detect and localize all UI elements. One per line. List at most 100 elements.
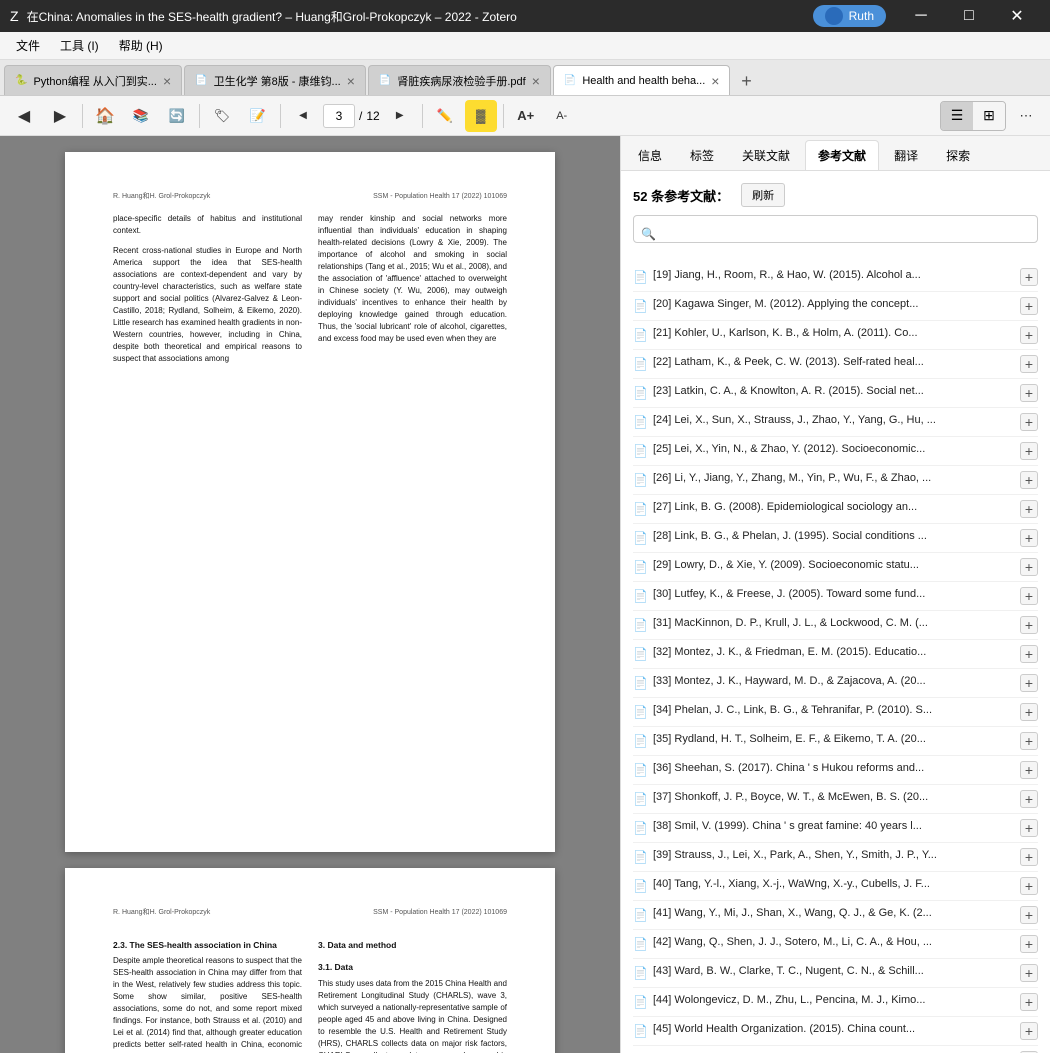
- menu-file[interactable]: 文件: [8, 34, 48, 57]
- list-item: 📄 [44] Wolongevicz, D. M., Zhu, L., Penc…: [633, 988, 1038, 1017]
- ref-doc-icon: 📄: [633, 1023, 647, 1037]
- ref-add-button[interactable]: +: [1020, 326, 1038, 344]
- ref-add-button[interactable]: +: [1020, 703, 1038, 721]
- font-smaller-button[interactable]: A-: [546, 100, 578, 132]
- ref-add-button[interactable]: +: [1020, 848, 1038, 866]
- menu-bar: 文件 工具 (I) 帮助 (H): [0, 32, 1050, 60]
- tab-hygiene[interactable]: 📄 卫生化学 第8版 - 康维钧... ×: [184, 65, 366, 95]
- tab-kidney[interactable]: 📄 肾脏疾病尿液检验手册.pdf ×: [368, 65, 551, 95]
- ref-add-button[interactable]: +: [1020, 732, 1038, 750]
- tab-hygiene-close[interactable]: ×: [347, 73, 355, 89]
- ref-add-button[interactable]: +: [1020, 906, 1038, 924]
- view-list-button[interactable]: ☰: [941, 102, 973, 130]
- next-page-button[interactable]: ▶: [384, 100, 416, 132]
- ref-add-button[interactable]: +: [1020, 471, 1038, 489]
- rp-tab-explore[interactable]: 探索: [933, 140, 983, 170]
- back-button[interactable]: ◀: [8, 100, 40, 132]
- ref-item-text: [28] Link, B. G., & Phelan, J. (1995). S…: [653, 529, 1014, 544]
- tab-kidney-label: 肾脏疾病尿液检验手册.pdf: [397, 73, 525, 89]
- ref-count-label: 52 条参考文献：: [633, 186, 729, 205]
- ref-add-button[interactable]: +: [1020, 500, 1038, 518]
- tab-python[interactable]: 🐍 Python编程 从入门到实... ×: [4, 65, 182, 95]
- ref-add-button[interactable]: +: [1020, 442, 1038, 460]
- ref-add-button[interactable]: +: [1020, 355, 1038, 373]
- ref-add-button[interactable]: +: [1020, 268, 1038, 286]
- ref-doc-icon: 📄: [633, 646, 647, 660]
- tab-python-label: Python编程 从入门到实...: [33, 73, 156, 89]
- ref-add-button[interactable]: +: [1020, 993, 1038, 1011]
- note-button[interactable]: 📝: [242, 100, 274, 132]
- ref-add-button[interactable]: +: [1020, 964, 1038, 982]
- ref-add-button[interactable]: +: [1020, 297, 1038, 315]
- ref-add-button[interactable]: +: [1020, 587, 1038, 605]
- sync-button[interactable]: 🔄: [161, 100, 193, 132]
- ref-item-text: [37] Shonkoff, J. P., Boyce, W. T., & Mc…: [653, 790, 1014, 805]
- rp-tab-translate[interactable]: 翻译: [881, 140, 931, 170]
- pdf-col-right-1: may render kinship and social networks m…: [318, 213, 507, 373]
- ref-add-button[interactable]: +: [1020, 1022, 1038, 1040]
- add-library-button[interactable]: 📚: [125, 100, 157, 132]
- ref-add-button[interactable]: +: [1020, 616, 1038, 634]
- list-item: 📄 [35] Rydland, H. T., Solheim, E. F., &…: [633, 727, 1038, 756]
- tag-button[interactable]: 🏷: [206, 100, 238, 132]
- ref-add-button[interactable]: +: [1020, 384, 1038, 402]
- ref-item-text: [33] Montez, J. K., Hayward, M. D., & Za…: [653, 674, 1014, 689]
- refresh-button[interactable]: 刷新: [741, 183, 785, 207]
- menu-help[interactable]: 帮助 (H): [111, 34, 171, 57]
- pdf-text-1: place-specific details of habitus and in…: [113, 213, 302, 237]
- ref-item-text: [23] Latkin, C. A., & Knowlton, A. R. (2…: [653, 384, 1014, 399]
- rp-tab-references[interactable]: 参考文献: [805, 140, 879, 170]
- ref-item-text: [29] Lowry, D., & Xie, Y. (2009). Socioe…: [653, 558, 1014, 573]
- tab-health-label: Health and health beha...: [582, 75, 705, 87]
- ref-doc-icon: 📄: [633, 704, 647, 718]
- rp-tab-tags[interactable]: 标签: [677, 140, 727, 170]
- window-controls[interactable]: ─ □ ✕: [898, 0, 1040, 32]
- font-larger-button[interactable]: A+: [510, 100, 542, 132]
- forward-button[interactable]: ▶: [44, 100, 76, 132]
- maximize-button[interactable]: □: [946, 0, 992, 32]
- ref-add-button[interactable]: +: [1020, 877, 1038, 895]
- home-button[interactable]: 🏠: [89, 100, 121, 132]
- ref-item-text: [44] Wolongevicz, D. M., Zhu, L., Pencin…: [653, 993, 1014, 1008]
- highlight-button[interactable]: ▓: [465, 100, 497, 132]
- rp-tab-related[interactable]: 关联文献: [729, 140, 803, 170]
- ref-add-button[interactable]: +: [1020, 935, 1038, 953]
- ref-add-button[interactable]: +: [1020, 761, 1038, 779]
- ref-add-button[interactable]: +: [1020, 645, 1038, 663]
- pdf-page-2: R. Huang和H. Grol-Prokopczyk SSM - Popula…: [65, 868, 555, 1053]
- page-number-input[interactable]: [323, 104, 355, 128]
- tab-health-close[interactable]: ×: [711, 73, 719, 89]
- ref-add-button[interactable]: +: [1020, 413, 1038, 431]
- ref-item-text: [42] Wang, Q., Shen, J. J., Sotero, M., …: [653, 935, 1014, 950]
- page-total: 12: [366, 109, 379, 123]
- list-item: 📄 [33] Montez, J. K., Hayward, M. D., & …: [633, 669, 1038, 698]
- ref-doc-icon: 📄: [633, 385, 647, 399]
- menu-tools[interactable]: 工具 (I): [52, 34, 107, 57]
- reference-search-input[interactable]: [633, 215, 1038, 243]
- tab-health[interactable]: 📄 Health and health beha... ×: [553, 65, 731, 95]
- view-grid-button[interactable]: ⊞: [973, 102, 1005, 130]
- pdf-header-left-1: R. Huang和H. Grol-Prokopczyk: [113, 192, 210, 203]
- minimize-button[interactable]: ─: [898, 0, 944, 32]
- ref-add-button[interactable]: +: [1020, 819, 1038, 837]
- close-button[interactable]: ✕: [994, 0, 1040, 32]
- list-item: 📄 [43] Ward, B. W., Clarke, T. C., Nugen…: [633, 959, 1038, 988]
- add-tab-button[interactable]: +: [732, 67, 760, 95]
- tab-hygiene-label: 卫生化学 第8版 - 康维钧...: [214, 73, 341, 89]
- rp-tab-info[interactable]: 信息: [625, 140, 675, 170]
- extra-button[interactable]: ⋯: [1010, 100, 1042, 132]
- ref-add-button[interactable]: +: [1020, 674, 1038, 692]
- ref-add-button[interactable]: +: [1020, 529, 1038, 547]
- pdf-area[interactable]: R. Huang和H. Grol-Prokopczyk SSM - Popula…: [0, 136, 620, 1053]
- ref-add-button[interactable]: +: [1020, 790, 1038, 808]
- ref-item-text: [24] Lei, X., Sun, X., Strauss, J., Zhao…: [653, 413, 1014, 428]
- ref-doc-icon: 📄: [633, 530, 647, 544]
- tab-python-close[interactable]: ×: [163, 73, 171, 89]
- ref-item-text: [45] World Health Organization. (2015). …: [653, 1022, 1014, 1037]
- pdf-col-left-2: 2.3. The SES-health association in China…: [113, 929, 302, 1053]
- ref-add-button[interactable]: +: [1020, 558, 1038, 576]
- annotation-button[interactable]: ✏️: [429, 100, 461, 132]
- ref-doc-icon: 📄: [633, 907, 647, 921]
- tab-kidney-close[interactable]: ×: [532, 73, 540, 89]
- prev-page-button[interactable]: ◀: [287, 100, 319, 132]
